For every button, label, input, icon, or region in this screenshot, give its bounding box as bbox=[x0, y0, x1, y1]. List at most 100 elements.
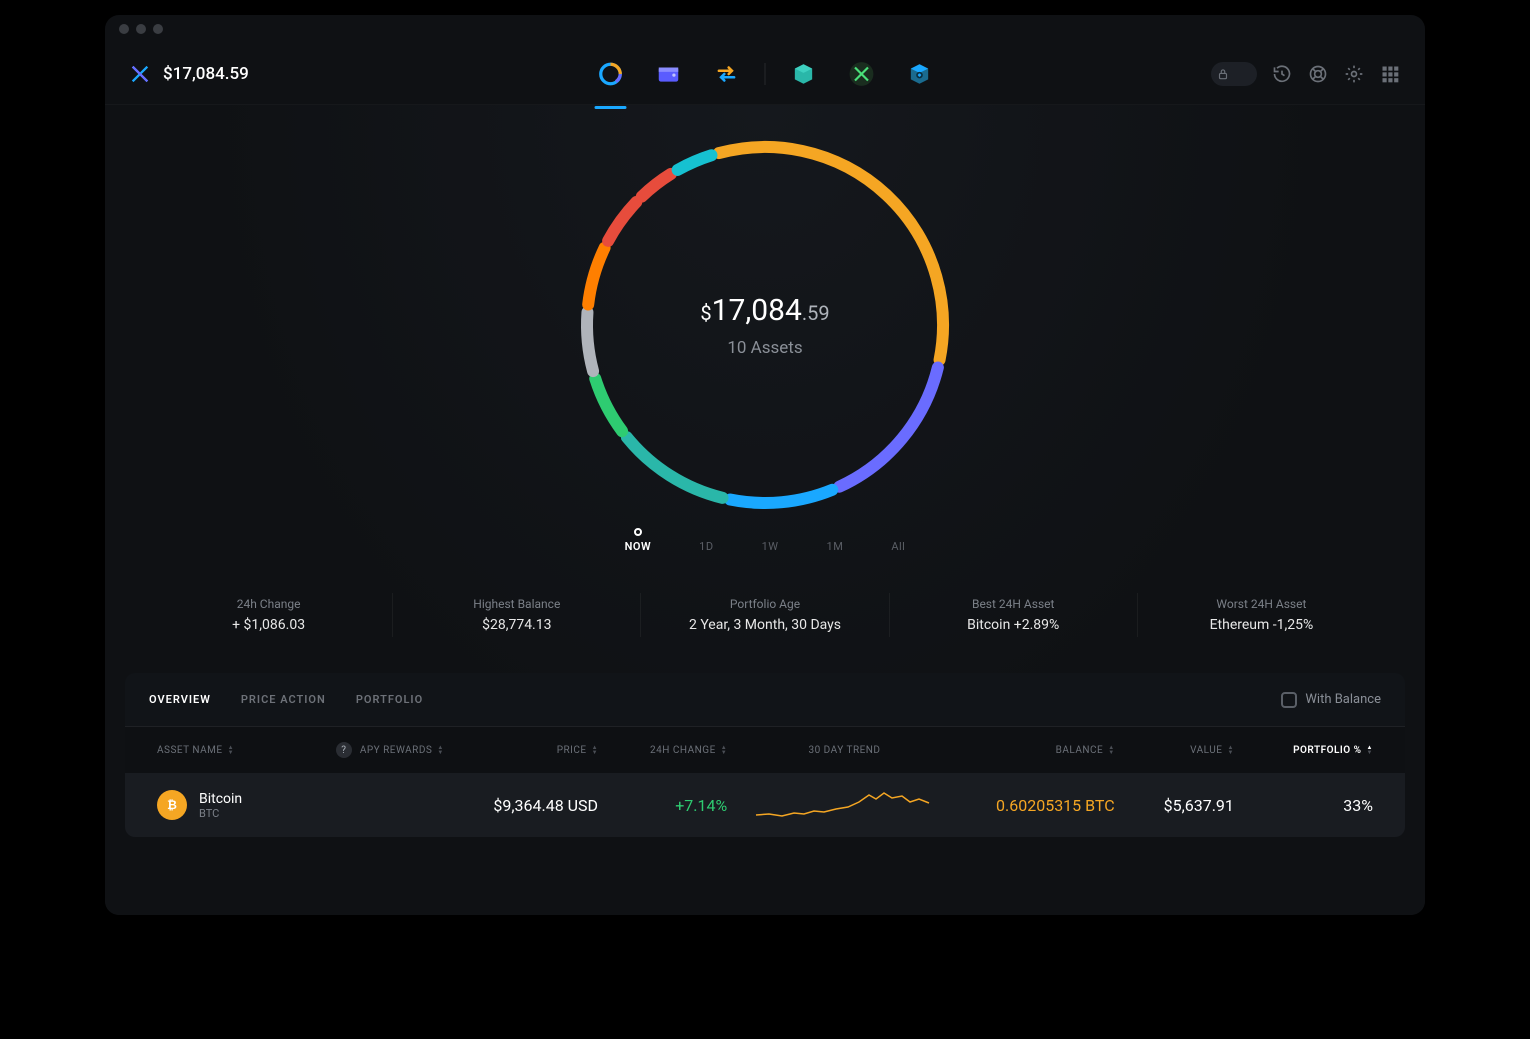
window-close-dot[interactable] bbox=[119, 24, 129, 34]
app-logo-icon bbox=[129, 63, 151, 85]
cell-trend bbox=[735, 787, 954, 823]
stat-label: Portfolio Age bbox=[651, 597, 878, 611]
timeframe-all[interactable]: All bbox=[891, 527, 905, 553]
stat-2: Portfolio Age 2 Year, 3 Month, 30 Days bbox=[641, 593, 889, 637]
nav-exchange[interactable] bbox=[707, 54, 747, 94]
topbar-left: $17,084.59 bbox=[129, 63, 249, 85]
table-body: ₿BitcoinBTC$9,364.48 USD+7.14%0.60205315… bbox=[125, 773, 1405, 837]
stat-value: + $1,086.03 bbox=[155, 617, 382, 633]
history-icon bbox=[1272, 64, 1292, 84]
buy-icon bbox=[791, 61, 817, 87]
stat-0: 24h Change + $1,086.03 bbox=[145, 593, 393, 637]
with-balance-filter[interactable]: With Balance bbox=[1281, 692, 1381, 708]
timeframe-selector: NOW 1D 1W 1M All bbox=[625, 527, 906, 553]
svg-text:₿: ₿ bbox=[167, 798, 177, 812]
stat-label: Worst 24H Asset bbox=[1148, 597, 1375, 611]
col-balance-header[interactable]: BALANCE▲▼ bbox=[954, 745, 1123, 756]
stat-label: Best 24H Asset bbox=[900, 597, 1127, 611]
amount-main: 17,084 bbox=[712, 293, 802, 328]
with-balance-checkbox[interactable] bbox=[1281, 692, 1297, 708]
assets-table: OVERVIEW PRICE ACTION PORTFOLIO With Balan… bbox=[125, 673, 1405, 837]
amount-cents: .59 bbox=[802, 301, 830, 325]
sort-icon: ▲▼ bbox=[1108, 745, 1114, 755]
table-tabs: OVERVIEW PRICE ACTION PORTFOLIO bbox=[149, 693, 423, 706]
nav-portfolio[interactable] bbox=[591, 54, 631, 94]
topbar: $17,084.59 bbox=[105, 43, 1425, 105]
tab-overview[interactable]: OVERVIEW bbox=[149, 693, 211, 706]
stat-4: Worst 24H Asset Ethereum -1,25% bbox=[1138, 593, 1385, 637]
stat-label: 24h Change bbox=[155, 597, 382, 611]
stat-value: $28,774.13 bbox=[403, 617, 630, 633]
col-trend-header: 30 DAY TREND bbox=[735, 745, 954, 756]
col-apy-header[interactable]: ?APY REWARDS▲▼ bbox=[328, 742, 477, 758]
stat-3: Best 24H Asset Bitcoin +2.89% bbox=[890, 593, 1138, 637]
table-tabs-row: OVERVIEW PRICE ACTION PORTFOLIO With Balan… bbox=[125, 673, 1405, 727]
nav-icons bbox=[591, 43, 940, 105]
topbar-right bbox=[1211, 62, 1401, 86]
col-change-header[interactable]: 24H CHANGE▲▼ bbox=[606, 745, 735, 756]
app-window: $17,084.59 bbox=[105, 15, 1425, 915]
window-zoom-dot[interactable] bbox=[153, 24, 163, 34]
nav-swap[interactable] bbox=[842, 54, 882, 94]
lifering-icon bbox=[1308, 64, 1328, 84]
support-button[interactable] bbox=[1307, 63, 1329, 85]
timeframe-now[interactable]: NOW bbox=[625, 527, 652, 553]
portfolio-donut-chart: $17,084.59 10 Assets bbox=[575, 135, 955, 515]
col-price-header[interactable]: PRICE▲▼ bbox=[477, 745, 606, 756]
cell-portfolio-pct: 33% bbox=[1242, 796, 1381, 815]
col-pct-header[interactable]: PORTFOLIO %▲▼ bbox=[1242, 745, 1381, 756]
nav-buy[interactable] bbox=[784, 54, 824, 94]
timeframe-active-dot bbox=[634, 528, 642, 536]
table-header: ASSET NAME▲▼ ?APY REWARDS▲▼ PRICE▲▼ 24H … bbox=[125, 727, 1405, 773]
sort-icon: ▲▼ bbox=[721, 745, 727, 755]
main-content: $17,084.59 10 Assets NOW 1D 1W 1M All 24h Ch… bbox=[105, 105, 1425, 915]
history-button[interactable] bbox=[1271, 63, 1293, 85]
sort-icon: ▲▼ bbox=[1227, 745, 1233, 755]
total-balance: $17,084.59 bbox=[163, 64, 249, 84]
donut-total: $17,084.59 bbox=[700, 293, 829, 328]
lock-icon bbox=[1216, 67, 1230, 81]
table-row[interactable]: ₿BitcoinBTC$9,364.48 USD+7.14%0.60205315… bbox=[125, 773, 1405, 837]
timeframe-1m[interactable]: 1M bbox=[827, 527, 844, 553]
portfolio-stats: 24h Change + $1,086.03 Highest Balance$28,… bbox=[145, 593, 1385, 637]
coin-symbol: BTC bbox=[199, 807, 242, 820]
timeframe-1w[interactable]: 1W bbox=[762, 527, 779, 553]
assets-count: 10 Assets bbox=[727, 338, 802, 358]
nav-active-indicator bbox=[595, 106, 627, 109]
sort-icon: ▲▼ bbox=[592, 745, 598, 755]
cell-asset: ₿ BitcoinBTC bbox=[149, 790, 328, 820]
timeframe-1d[interactable]: 1D bbox=[699, 527, 713, 553]
stat-1: Highest Balance$28,774.13 bbox=[393, 593, 641, 637]
apps-grid-button[interactable] bbox=[1379, 63, 1401, 85]
sparkline-icon bbox=[754, 787, 934, 823]
coin-name: Bitcoin bbox=[199, 791, 242, 807]
nav-divider bbox=[765, 63, 766, 85]
stat-value: Ethereum -1,25% bbox=[1148, 617, 1375, 633]
col-asset-header[interactable]: ASSET NAME▲▼ bbox=[149, 745, 328, 756]
apps-icon bbox=[907, 61, 933, 87]
swap-icon bbox=[849, 61, 875, 87]
grid-icon bbox=[1380, 64, 1400, 84]
lock-toggle[interactable] bbox=[1211, 62, 1257, 86]
cell-value: $5,637.91 bbox=[1123, 796, 1242, 815]
cell-balance: 0.60205315 BTC bbox=[954, 796, 1123, 815]
portfolio-icon bbox=[598, 61, 624, 87]
nav-apps[interactable] bbox=[900, 54, 940, 94]
help-icon[interactable]: ? bbox=[336, 742, 352, 758]
titlebar bbox=[105, 15, 1425, 43]
gear-icon bbox=[1344, 64, 1364, 84]
exchange-icon bbox=[714, 61, 740, 87]
window-minimize-dot[interactable] bbox=[136, 24, 146, 34]
nav-wallet[interactable] bbox=[649, 54, 689, 94]
stat-value: Bitcoin +2.89% bbox=[900, 617, 1127, 633]
coin-icon: ₿ bbox=[157, 790, 187, 820]
stat-value: 2 Year, 3 Month, 30 Days bbox=[651, 617, 878, 633]
tab-portfolio[interactable]: PORTFOLIO bbox=[356, 693, 423, 706]
wallet-icon bbox=[656, 61, 682, 87]
settings-button[interactable] bbox=[1343, 63, 1365, 85]
sort-icon: ▲▼ bbox=[437, 745, 443, 755]
tab-price-action[interactable]: PRICE ACTION bbox=[241, 693, 326, 706]
col-value-header[interactable]: VALUE▲▼ bbox=[1123, 745, 1242, 756]
cell-price: $9,364.48 USD bbox=[477, 796, 606, 815]
sort-icon: ▲▼ bbox=[1367, 745, 1373, 755]
